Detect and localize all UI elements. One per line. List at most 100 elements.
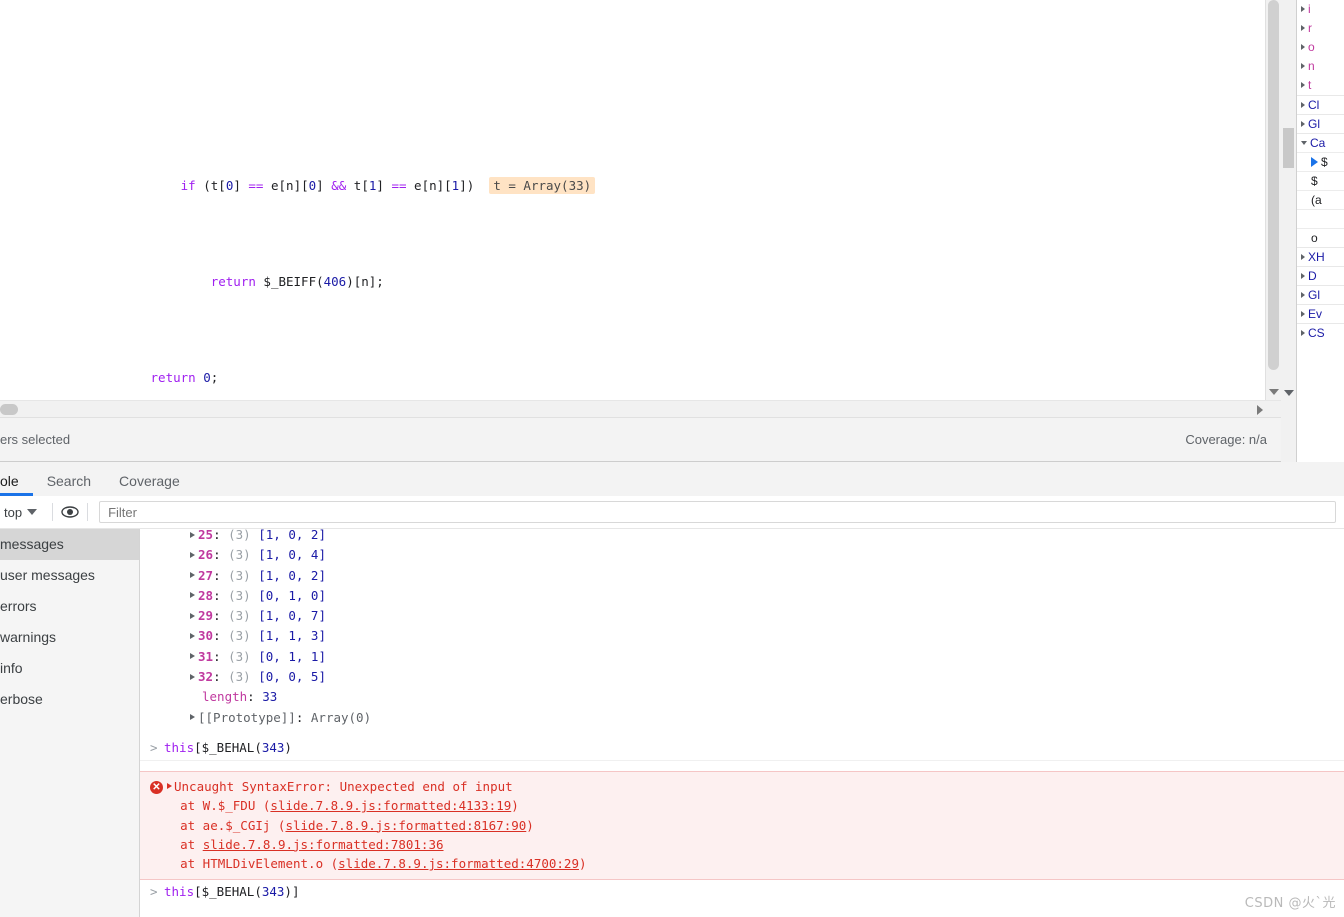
filter-input[interactable] [99, 501, 1336, 523]
expand-triangle-icon[interactable] [1301, 101, 1305, 108]
scroll-right-icon[interactable] [1257, 405, 1263, 415]
sidebar-item-info[interactable]: info [0, 653, 139, 684]
expand-triangle-icon[interactable] [190, 531, 195, 538]
expand-triangle-icon[interactable] [190, 551, 195, 558]
scroll-down-icon[interactable] [1269, 389, 1279, 395]
expand-triangle-icon[interactable] [1301, 43, 1305, 50]
debugger-sidebar-row[interactable]: r [1297, 19, 1344, 38]
console-prompt-echo-1[interactable]: > this[$_BEHAL(343) [140, 736, 1344, 761]
editor-horizontal-scrollbar[interactable] [0, 400, 1281, 418]
expand-triangle-icon[interactable] [1301, 291, 1305, 298]
stack-frame-source-link[interactable]: slide.7.8.9.js:formatted:4133:19 [270, 798, 511, 813]
console-prompt-echo-2[interactable]: > this[$_BEHAL(343)] [140, 880, 1344, 904]
debugger-sidebar-row[interactable]: D [1297, 266, 1344, 285]
debugger-sidebar-row[interactable]: Ev [1297, 304, 1344, 323]
array-entry-row[interactable]: 32: (3) [0, 0, 5] [190, 667, 1344, 687]
expand-triangle-icon[interactable] [1301, 24, 1305, 31]
sidebar-item-errors[interactable]: errors [0, 591, 139, 622]
debugger-sidebar-row[interactable]: t [1297, 76, 1344, 95]
debugger-sidebar-row[interactable]: CS [1297, 323, 1344, 342]
sidebar-item-user-messages[interactable]: user messages [0, 560, 139, 591]
error-stack-frame[interactable]: at ae.$_CGIj (slide.7.8.9.js:formatted:8… [150, 816, 1344, 835]
scrollbar-thumb[interactable] [1283, 128, 1294, 168]
code-line[interactable]: return 0; [0, 349, 1281, 385]
console-error-message[interactable]: ✕ Uncaught SyntaxError: Unexpected end of… [140, 770, 1344, 881]
debugger-sidebar-row[interactable]: XH [1297, 247, 1344, 266]
expand-triangle-icon[interactable] [190, 673, 195, 680]
scrollbar-thumb[interactable] [0, 404, 18, 415]
expand-triangle-icon[interactable] [190, 572, 195, 579]
array-entry-row[interactable]: 30: (3) [1, 1, 3] [190, 626, 1344, 646]
debugger-sidebar-row[interactable]: (a [1297, 190, 1344, 209]
debugger-sidebar-row-label: Ev [1308, 307, 1323, 321]
editor-vertical-scrollbar[interactable] [1265, 0, 1281, 400]
sources-editor-pane[interactable]: for (var o = [[0, 0], [0, 0], [0, 0], [0… [0, 0, 1281, 400]
expand-triangle-icon[interactable] [1301, 120, 1305, 127]
code-line[interactable]: if (t[0] == e[n][0] && t[1] == e[n][1]) … [0, 157, 1281, 194]
debugger-sidebar-row[interactable]: n [1297, 57, 1344, 76]
expand-triangle-icon[interactable] [1301, 5, 1305, 12]
stack-frame-source-link[interactable]: slide.7.8.9.js:formatted:8167:90 [285, 818, 526, 833]
sidebar-item-verbose[interactable]: erbose [0, 684, 139, 715]
array-entry-row[interactable]: 26: (3) [1, 0, 4] [190, 545, 1344, 565]
stack-frame-source-link[interactable]: slide.7.8.9.js:formatted:4700:29 [338, 856, 579, 871]
code-editor[interactable]: for (var o = [[0, 0], [0, 0], [0, 0], [0… [0, 0, 1281, 400]
expand-triangle-icon[interactable] [1301, 329, 1305, 336]
debugger-sidebar-row[interactable]: Ca [1297, 133, 1344, 152]
error-stack-frame[interactable]: at HTMLDivElement.o (slide.7.8.9.js:form… [150, 854, 1344, 873]
code-line[interactable]: for (var o = [[0, 0], [0, 0], [0, 0], [0… [0, 69, 1281, 80]
expand-triangle-icon[interactable] [1301, 81, 1305, 88]
expand-triangle-icon[interactable] [1301, 253, 1305, 260]
debugger-sidebar-row[interactable]: $ [1297, 152, 1344, 171]
expand-triangle-icon[interactable] [190, 714, 195, 721]
debugger-sidebar-row[interactable]: o [1297, 228, 1344, 247]
stack-frame-source-link[interactable]: slide.7.8.9.js:formatted:7801:36 [203, 837, 444, 852]
expand-triangle-icon[interactable] [190, 592, 195, 599]
code-line[interactable]: return $_BEIFF(406)[n]; [0, 253, 1281, 289]
array-entry-row[interactable]: 29: (3) [1, 0, 7] [190, 606, 1344, 626]
array-entry-row[interactable]: 28: (3) [0, 1, 0] [190, 586, 1344, 606]
tab-coverage[interactable]: Coverage [105, 474, 194, 496]
console-filter-sidebar[interactable]: messages user messages errors warnings i… [0, 529, 140, 917]
debugger-sidebar-row[interactable]: i [1297, 0, 1344, 19]
array-entry-row[interactable]: 31: (3) [0, 1, 1] [190, 647, 1344, 667]
debugger-sidebar-row[interactable]: Gl [1297, 114, 1344, 133]
eye-icon[interactable] [60, 502, 80, 522]
separator: : [213, 628, 229, 644]
array-length-hint: (3) [228, 567, 259, 583]
execution-context-selector[interactable]: top [0, 505, 45, 520]
array-entry-row[interactable]: 27: (3) [1, 0, 2] [190, 566, 1344, 586]
sidebar-item-all-messages[interactable]: messages [0, 529, 139, 560]
expand-triangle-icon[interactable] [1301, 62, 1305, 69]
expand-triangle-icon[interactable] [190, 653, 195, 660]
sidebar-item-warnings[interactable]: warnings [0, 622, 139, 653]
tab-search[interactable]: Search [33, 474, 105, 496]
panel-splitter-scrollbar[interactable] [1281, 0, 1296, 462]
scrollbar-thumb[interactable] [1268, 0, 1279, 370]
error-stack-frame[interactable]: at W.$_FDU (slide.7.8.9.js:formatted:413… [150, 796, 1344, 815]
array-index: 32 [198, 669, 214, 685]
expand-triangle-icon[interactable] [1301, 310, 1305, 317]
length-value: 33 [262, 689, 278, 705]
debugger-sidebar-row[interactable]: $ [1297, 171, 1344, 190]
error-title-row[interactable]: ✕ Uncaught SyntaxError: Unexpected end of… [150, 777, 1344, 796]
debugger-sidebar-row[interactable] [1297, 209, 1344, 228]
tab-console[interactable]: ole [0, 474, 33, 496]
console-output[interactable]: 24: (3) [1, 0, 4]25: (3) [1, 0, 2]26: (3… [140, 529, 1344, 917]
prototype-row[interactable]: [[Prototype]]: Array(0) [140, 708, 1344, 728]
scroll-down-icon[interactable] [1284, 390, 1294, 396]
expand-triangle-icon[interactable] [190, 612, 195, 619]
error-stack-frame[interactable]: at slide.7.8.9.js:formatted:7801:36 [150, 835, 1344, 854]
collapse-triangle-icon[interactable] [1301, 141, 1307, 146]
array-value: [1, 0, 7] [258, 608, 326, 624]
debugger-sidebar-row[interactable]: o [1297, 38, 1344, 57]
debugger-sidebar-row[interactable]: Cl [1297, 95, 1344, 114]
expand-triangle-icon[interactable] [1301, 272, 1305, 279]
coverage-status: Coverage: n/a [1185, 432, 1267, 447]
debugger-sidebar[interactable]: i r o n t Cl Gl Ca $ $ (a o XH D Gl Ev CS [1296, 0, 1344, 462]
array-entry-row[interactable]: 25: (3) [1, 0, 2] [190, 529, 1344, 545]
array-value: [1, 0, 4] [258, 547, 326, 563]
expand-triangle-icon[interactable] [190, 632, 195, 639]
debugger-sidebar-row[interactable]: Gl [1297, 285, 1344, 304]
expand-triangle-icon[interactable] [167, 783, 172, 790]
